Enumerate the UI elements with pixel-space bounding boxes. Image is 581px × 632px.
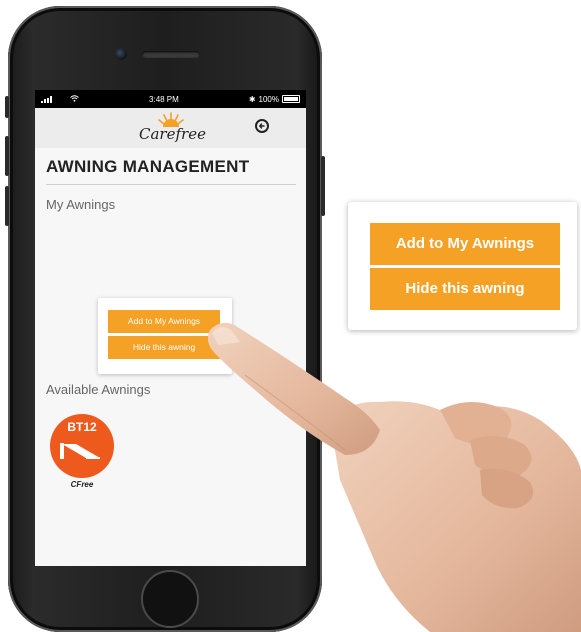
callout-add-to-my-awnings-button[interactable]: Add to My Awnings bbox=[370, 223, 560, 265]
earpiece-speaker bbox=[142, 51, 200, 58]
logo-wordmark: Carefree bbox=[139, 125, 206, 143]
back-arrow-circle-icon[interactable] bbox=[255, 119, 269, 133]
battery-icon bbox=[282, 95, 300, 103]
wifi-icon bbox=[70, 94, 79, 104]
status-bar: 3:48 PM ✱ 100% bbox=[35, 90, 306, 108]
callout-hide-awning-button[interactable]: Hide this awning bbox=[370, 268, 560, 310]
zoomed-context-menu: Add to My Awnings Hide this awning bbox=[348, 202, 577, 330]
awning-badge: BT12 bbox=[50, 414, 114, 478]
volume-down-button bbox=[5, 186, 9, 226]
add-to-my-awnings-button[interactable]: Add to My Awnings bbox=[108, 310, 220, 333]
status-time: 3:48 PM bbox=[149, 94, 179, 104]
signal-icon bbox=[41, 95, 52, 103]
battery-percent: 100% bbox=[258, 94, 279, 104]
hide-awning-button[interactable]: Hide this awning bbox=[108, 336, 220, 359]
awning-tile[interactable]: BT12 CFree bbox=[50, 414, 114, 489]
phone-frame: 3:48 PM ✱ 100% Carefree AWNING MANAGEMEN… bbox=[5, 6, 325, 632]
mute-switch bbox=[5, 96, 9, 118]
carefree-logo: Carefree bbox=[139, 112, 206, 146]
awning-context-menu: Add to My Awnings Hide this awning bbox=[98, 298, 232, 374]
home-button[interactable] bbox=[141, 570, 199, 628]
awning-icon bbox=[60, 443, 100, 459]
awning-name: CFree bbox=[70, 480, 94, 489]
page-title: AWNING MANAGEMENT bbox=[46, 157, 250, 176]
bluetooth-icon: ✱ bbox=[248, 94, 256, 104]
title-divider bbox=[46, 184, 296, 185]
my-awnings-label: My Awnings bbox=[46, 197, 116, 212]
app-header: Carefree bbox=[35, 108, 306, 148]
power-button bbox=[321, 156, 325, 216]
available-awnings-label: Available Awnings bbox=[46, 382, 151, 397]
volume-up-button bbox=[5, 136, 9, 176]
app-screen: 3:48 PM ✱ 100% Carefree AWNING MANAGEMEN… bbox=[35, 90, 306, 566]
front-camera bbox=[115, 48, 127, 60]
